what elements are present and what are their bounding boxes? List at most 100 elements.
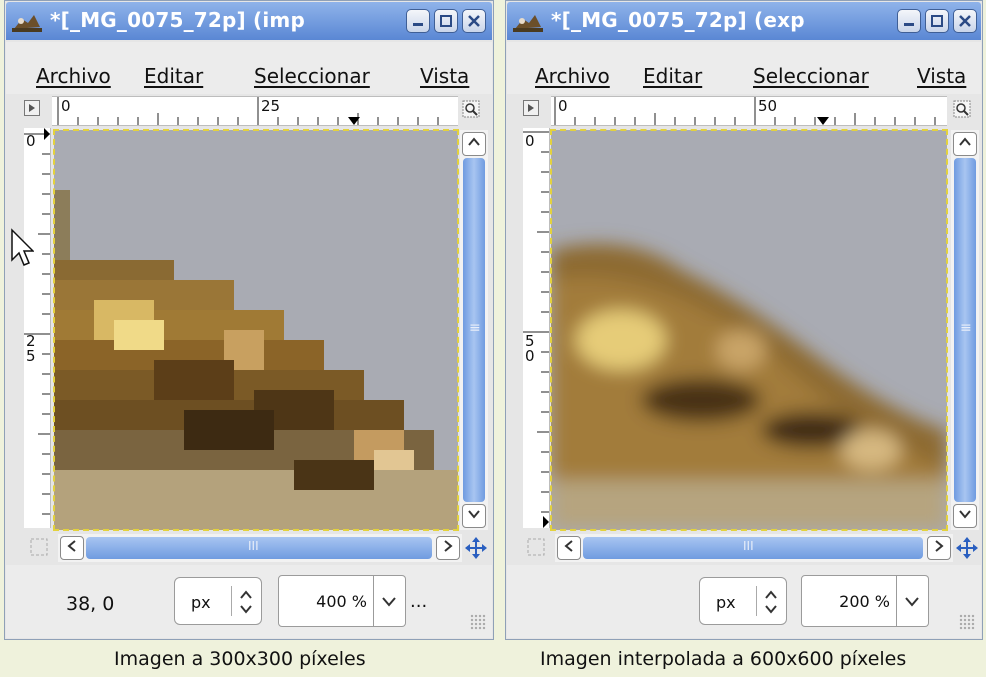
image-content	[551, 130, 947, 530]
chevron-right-icon	[935, 540, 944, 552]
maximize-button[interactable]	[434, 9, 458, 33]
unit-value: px	[191, 593, 211, 612]
horizontal-ruler: 0 25	[52, 96, 458, 126]
chevron-right-icon	[444, 540, 453, 552]
mouse-cursor-icon	[11, 228, 34, 266]
menu-arrow-button[interactable]	[24, 100, 40, 116]
horizontal-scrollbar[interactable]: III	[555, 534, 953, 562]
unit-selector[interactable]: px	[174, 577, 262, 625]
minimize-button[interactable]	[406, 9, 430, 33]
ruler-label-0: 0	[61, 97, 71, 115]
horizontal-scrollbar[interactable]: III	[58, 534, 462, 562]
menu-archivo[interactable]: Archivo	[36, 64, 111, 88]
menu-vista[interactable]: Vista	[917, 64, 966, 88]
ruler-ticks	[523, 131, 549, 528]
title-bar[interactable]: *[_MG_0075_72p] (exp	[507, 2, 981, 40]
zoom-input[interactable]: 400 %	[278, 575, 374, 627]
ruler-label-0-sub: 0	[525, 347, 535, 365]
chevron-up-icon	[468, 137, 480, 146]
quick-mask-icon[interactable]	[525, 536, 547, 558]
close-icon	[959, 15, 971, 27]
quick-mask-icon[interactable]	[28, 536, 50, 558]
ruler-label-0: 0	[26, 132, 36, 150]
status-bar: 38, 0 px 400 % ...	[6, 565, 492, 638]
scroll-grip: III	[248, 539, 259, 553]
chevron-down-icon	[905, 597, 919, 607]
menu-vista[interactable]: Vista	[420, 64, 469, 88]
chevron-left-icon	[67, 540, 76, 552]
chevron-up-icon	[959, 137, 971, 146]
minimize-icon	[413, 23, 423, 26]
ruler-label-5: 5	[26, 347, 36, 365]
close-button[interactable]	[953, 9, 977, 33]
up-down-arrows-icon	[240, 590, 252, 614]
vertical-ruler: 0 2 5	[24, 128, 51, 528]
four-arrow-move-icon[interactable]	[955, 536, 979, 560]
maximize-button[interactable]	[925, 9, 949, 33]
chevron-down-icon	[382, 597, 396, 607]
zoom-value: 200 %	[839, 592, 890, 611]
vertical-scrollbar[interactable]: ≡	[460, 130, 488, 530]
vertical-scrollbar[interactable]: ≡	[951, 130, 979, 530]
ruler-ticks	[554, 97, 936, 125]
scroll-grip: III	[743, 539, 754, 553]
scroll-right-button[interactable]	[436, 536, 460, 560]
minimize-icon	[904, 23, 914, 26]
maximize-icon	[931, 15, 943, 27]
menu-seleccionar[interactable]: Seleccionar	[753, 64, 869, 88]
unit-selector[interactable]: px	[699, 577, 787, 625]
title-bar[interactable]: *[_MG_0075_72p] (imp	[6, 2, 492, 40]
scroll-grip: ≡	[960, 320, 972, 336]
zoom-value: 400 %	[316, 592, 367, 611]
image-canvas-pixelated[interactable]	[53, 129, 459, 531]
scroll-thumb-horizontal[interactable]: III	[86, 537, 432, 559]
ruler-ticks	[57, 97, 439, 125]
zoom-dropdown-button[interactable]	[897, 575, 929, 627]
menu-bar: Archivo Editar Seleccionar Vista	[6, 42, 492, 94]
scroll-right-button[interactable]	[927, 536, 951, 560]
scroll-thumb-horizontal[interactable]: III	[583, 537, 923, 559]
minimize-button[interactable]	[897, 9, 921, 33]
caption-right: Imagen interpolada a 600x600 píxeles	[540, 648, 907, 670]
scroll-thumb-vertical[interactable]: ≡	[463, 158, 485, 502]
zoom-magnifier-icon[interactable]	[953, 100, 971, 118]
resize-grip[interactable]	[470, 614, 486, 630]
scroll-up-button[interactable]	[953, 132, 977, 156]
up-down-arrows-icon	[765, 590, 777, 614]
zoom-dropdown-button[interactable]	[374, 575, 406, 627]
four-arrow-move-icon[interactable]	[464, 536, 488, 560]
menu-bar: Archivo Editar Seleccionar Vista	[507, 42, 981, 94]
image-window-interpolated: *[_MG_0075_72p] (exp Archivo Editar Sele…	[505, 0, 983, 640]
image-canvas-interpolated[interactable]	[550, 129, 948, 531]
menu-editar[interactable]: Editar	[643, 64, 702, 88]
menu-editar[interactable]: Editar	[144, 64, 203, 88]
image-window-original: *[_MG_0075_72p] (imp Archivo Editar Sele…	[4, 0, 494, 640]
horizontal-ruler: 0 50	[551, 96, 947, 126]
image-content	[54, 130, 458, 530]
ruler-label-25: 25	[261, 97, 281, 115]
scroll-up-button[interactable]	[462, 132, 486, 156]
status-ellipsis: ...	[410, 591, 428, 612]
scroll-down-button[interactable]	[953, 504, 977, 528]
zoom-input[interactable]: 200 %	[801, 575, 897, 627]
close-button[interactable]	[462, 9, 486, 33]
window-title: *[_MG_0075_72p] (exp	[551, 8, 805, 32]
close-icon	[468, 15, 480, 27]
pointer-coordinates: 38, 0	[66, 593, 115, 615]
resize-grip[interactable]	[959, 614, 975, 630]
caption-left: Imagen a 300x300 píxeles	[114, 648, 366, 670]
menu-archivo[interactable]: Archivo	[535, 64, 610, 88]
divider	[756, 586, 757, 616]
scroll-thumb-vertical[interactable]: ≡	[954, 158, 976, 502]
scroll-left-button[interactable]	[60, 536, 84, 560]
menu-arrow-button[interactable]	[523, 100, 539, 116]
ruler-label-0: 0	[525, 132, 535, 150]
ruler-label-0: 0	[558, 97, 568, 115]
maximize-icon	[440, 15, 452, 27]
scroll-left-button[interactable]	[557, 536, 581, 560]
menu-seleccionar[interactable]: Seleccionar	[254, 64, 370, 88]
zoom-magnifier-icon[interactable]	[462, 100, 480, 118]
ruler-ticks	[24, 128, 50, 515]
scroll-down-button[interactable]	[462, 504, 486, 528]
gimp-wilber-icon	[513, 15, 543, 32]
